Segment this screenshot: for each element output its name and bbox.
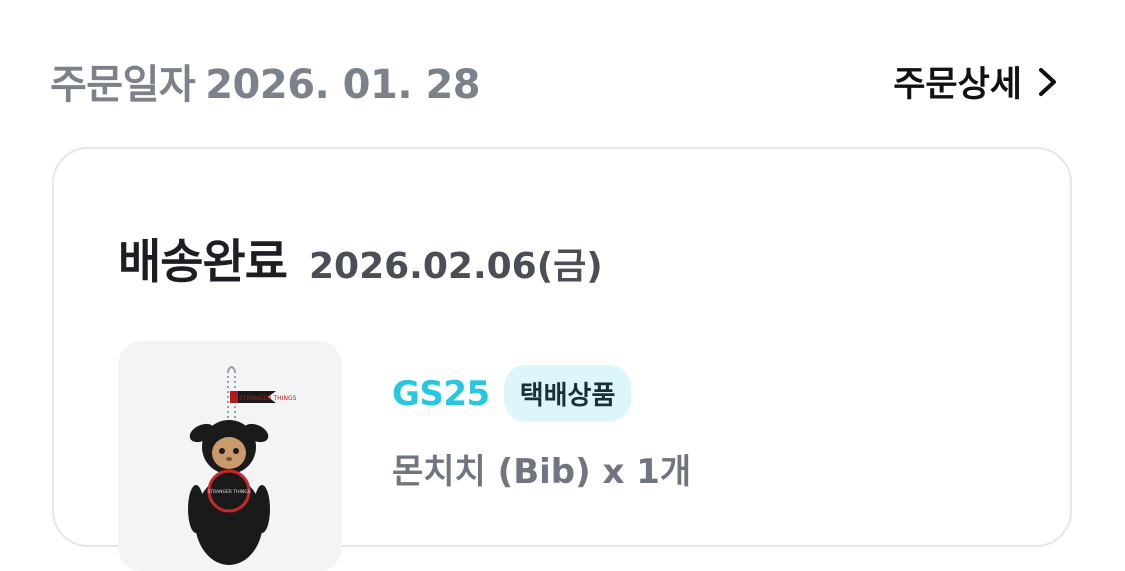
product-image[interactable]: STRANGER THINGS STRANGER THINGS	[118, 341, 342, 571]
order-date-value: 2026. 01. 28	[205, 62, 481, 108]
delivery-date: 2026.02.06(금)	[308, 246, 603, 287]
order-card[interactable]: 배송완료 2026.02.06(금) STRANGER THINGS STRAN…	[52, 147, 1072, 571]
order-detail-link[interactable]: 주문상세	[893, 56, 1064, 107]
product-info: GS25 택배상품 몬치치 (Bib) x 1개	[392, 365, 691, 493]
delivery-type-badge: 택배상품	[503, 365, 632, 422]
order-date: 주문일자 2026. 01. 28	[50, 52, 481, 110]
order-header: 주문일자 2026. 01. 28 주문상세	[50, 50, 1070, 108]
store-row: GS25 택배상품	[392, 365, 691, 422]
order-date-label: 주문일자	[50, 62, 196, 108]
bib-text: STRANGER THINGS	[207, 489, 250, 495]
product-name[interactable]: 몬치치 (Bib) x 1개	[392, 444, 691, 493]
flag-tag-text: STRANGER THINGS	[239, 395, 297, 402]
order-detail-label: 주문상세	[893, 65, 1022, 105]
delivery-status: 배송완료	[118, 235, 288, 290]
delivery-status-row: 배송완료 2026.02.06(금)	[118, 223, 603, 292]
chevron-right-icon	[1030, 62, 1064, 102]
store-name: GS25	[392, 373, 490, 414]
